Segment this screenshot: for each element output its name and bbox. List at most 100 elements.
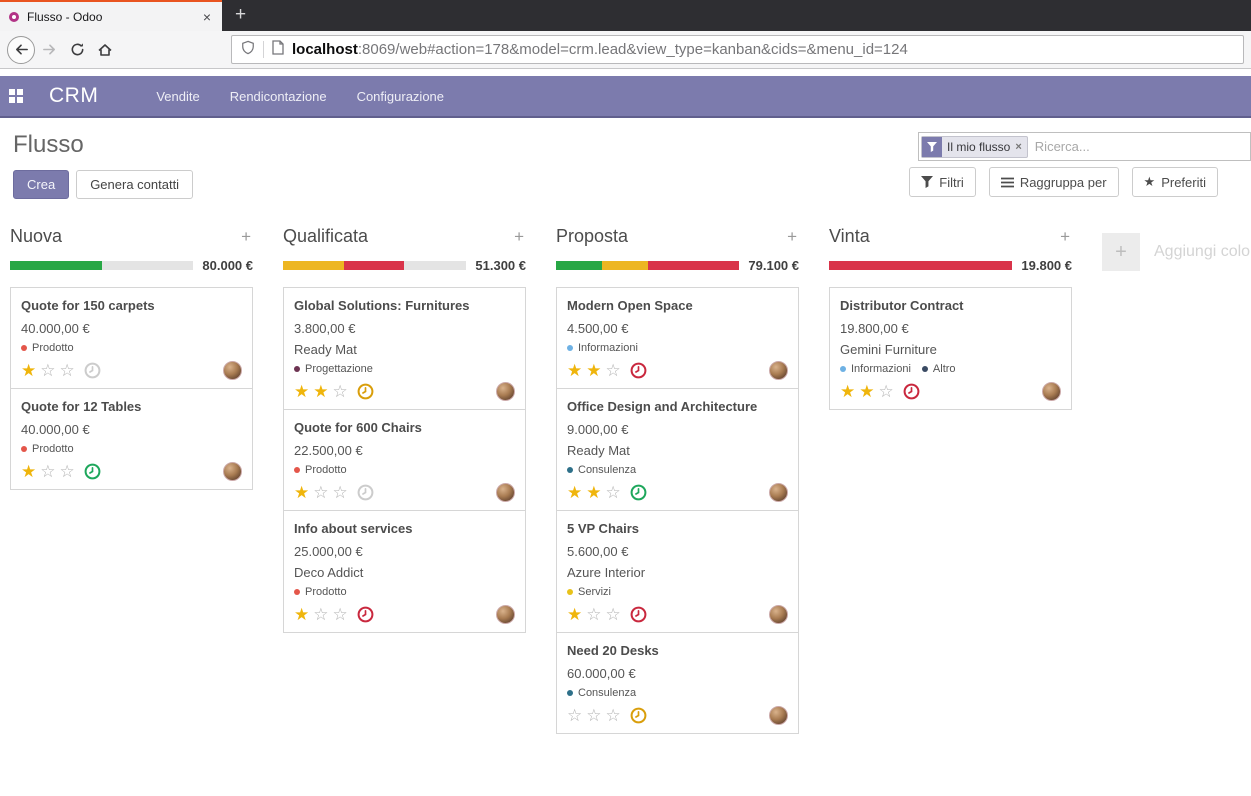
salesperson-avatar[interactable] — [223, 462, 242, 481]
activity-clock-icon[interactable] — [903, 383, 920, 400]
priority-star-icon[interactable]: ☆ — [567, 707, 582, 724]
column-quick-add-icon[interactable]: + — [514, 227, 524, 247]
app-name[interactable]: CRM — [49, 84, 98, 108]
priority-star-icon[interactable]: ★ — [586, 362, 601, 379]
menu-rendicontazione[interactable]: Rendicontazione — [230, 89, 327, 104]
priority-star-icon[interactable]: ★ — [586, 484, 601, 501]
facet-remove-icon[interactable]: × — [1015, 137, 1026, 157]
kanban-card[interactable]: Office Design and Architecture 9.000,00 … — [556, 388, 799, 511]
priority-star-icon[interactable]: ★ — [313, 383, 328, 400]
column-progressbar[interactable] — [556, 261, 740, 270]
activity-clock-icon[interactable] — [630, 484, 647, 501]
priority-star-icon[interactable]: ☆ — [40, 463, 55, 480]
menu-configurazione[interactable]: Configurazione — [357, 89, 444, 104]
kanban-card[interactable]: Info about services 25.000,00 € Deco Add… — [283, 510, 526, 633]
generate-leads-button[interactable]: Genera contatti — [76, 170, 194, 199]
salesperson-avatar[interactable] — [223, 361, 242, 380]
column-quick-add-icon[interactable]: + — [1060, 227, 1070, 247]
salesperson-avatar[interactable] — [769, 605, 788, 624]
search-input[interactable]: Il mio flusso × Ricerca... — [918, 132, 1251, 161]
priority-star-icon[interactable]: ☆ — [333, 383, 348, 400]
progress-segment[interactable] — [10, 261, 102, 270]
priority-star-icon[interactable]: ☆ — [606, 606, 621, 623]
salesperson-avatar[interactable] — [1042, 382, 1061, 401]
salesperson-avatar[interactable] — [769, 361, 788, 380]
salesperson-avatar[interactable] — [769, 483, 788, 502]
home-icon[interactable] — [91, 36, 119, 64]
groupby-button[interactable]: Raggruppa per — [988, 167, 1119, 197]
activity-clock-icon[interactable] — [630, 362, 647, 379]
priority-star-icon[interactable]: ☆ — [333, 484, 348, 501]
column-progressbar[interactable] — [10, 261, 194, 270]
activity-clock-icon[interactable] — [357, 484, 374, 501]
column-quick-add-icon[interactable]: + — [787, 227, 797, 247]
priority-star-icon[interactable]: ★ — [294, 484, 309, 501]
column-quick-add-icon[interactable]: + — [241, 227, 251, 247]
activity-clock-icon[interactable] — [357, 606, 374, 623]
priority-star-icon[interactable]: ★ — [21, 463, 36, 480]
tab-close-icon[interactable]: × — [201, 9, 213, 25]
kanban-card[interactable]: Need 20 Desks 60.000,00 € Consulenza ☆ ☆ ☆ — [556, 632, 799, 734]
priority-star-icon[interactable]: ☆ — [586, 707, 601, 724]
search-facet[interactable]: Il mio flusso × — [921, 135, 1028, 158]
salesperson-avatar[interactable] — [496, 382, 515, 401]
progress-segment[interactable] — [283, 261, 344, 270]
salesperson-avatar[interactable] — [496, 605, 515, 624]
progress-segment[interactable] — [556, 261, 602, 270]
kanban-card[interactable]: Quote for 150 carpets 40.000,00 € Prodot… — [10, 287, 253, 389]
kanban-card[interactable]: 5 VP Chairs 5.600,00 € Azure Interior Se… — [556, 510, 799, 633]
activity-clock-icon[interactable] — [357, 383, 374, 400]
reload-icon[interactable] — [63, 36, 91, 64]
priority-star-icon[interactable]: ★ — [294, 606, 309, 623]
priority-star-icon[interactable]: ☆ — [586, 606, 601, 623]
priority-star-icon[interactable]: ★ — [859, 383, 874, 400]
shield-icon[interactable] — [241, 40, 255, 60]
priority-star-icon[interactable]: ★ — [567, 362, 582, 379]
priority-star-icon[interactable]: ☆ — [60, 463, 75, 480]
progress-segment[interactable] — [343, 261, 405, 270]
page-info-icon[interactable] — [272, 39, 284, 60]
favorites-button[interactable]: ★ Preferiti — [1131, 167, 1218, 197]
priority-star-icon[interactable]: ☆ — [313, 606, 328, 623]
apps-menu-icon[interactable] — [9, 89, 23, 103]
priority-star-icon[interactable]: ☆ — [313, 484, 328, 501]
forward-icon[interactable] — [35, 36, 63, 64]
priority-star-icon[interactable]: ☆ — [40, 362, 55, 379]
priority-star-icon[interactable]: ☆ — [60, 362, 75, 379]
activity-clock-icon[interactable] — [630, 606, 647, 623]
progress-segment[interactable] — [829, 261, 1013, 270]
priority-star-icon[interactable]: ★ — [840, 383, 855, 400]
menu-vendite[interactable]: Vendite — [156, 89, 199, 104]
priority-star-icon[interactable]: ☆ — [879, 383, 894, 400]
salesperson-avatar[interactable] — [496, 483, 515, 502]
activity-clock-icon[interactable] — [84, 362, 101, 379]
create-button[interactable]: Crea — [13, 170, 70, 199]
activity-clock-icon[interactable] — [630, 707, 647, 724]
progress-segment[interactable] — [601, 261, 648, 270]
priority-star-icon[interactable]: ★ — [294, 383, 309, 400]
priority-star-icon[interactable]: ☆ — [606, 484, 621, 501]
column-progressbar[interactable] — [283, 261, 467, 270]
kanban-card[interactable]: Quote for 600 Chairs 22.500,00 € Prodott… — [283, 409, 526, 511]
kanban-card[interactable]: Modern Open Space 4.500,00 € Informazion… — [556, 287, 799, 389]
column-progressbar[interactable] — [829, 261, 1013, 270]
column-title: Nuova — [10, 226, 63, 246]
priority-star-icon[interactable]: ☆ — [606, 362, 621, 379]
priority-star-icon[interactable]: ★ — [567, 606, 582, 623]
kanban-card[interactable]: Quote for 12 Tables 40.000,00 € Prodotto… — [10, 388, 253, 490]
browser-tab[interactable]: Flusso - Odoo × — [0, 0, 222, 31]
priority-star-icon[interactable]: ★ — [21, 362, 36, 379]
priority-star-icon[interactable]: ★ — [567, 484, 582, 501]
add-column-button[interactable]: + — [1102, 233, 1140, 271]
activity-clock-icon[interactable] — [84, 463, 101, 480]
kanban-card[interactable]: Distributor Contract 19.800,00 € Gemini … — [829, 287, 1072, 410]
filters-button[interactable]: Filtri — [909, 167, 976, 197]
url-bar[interactable]: localhost:8069/web#action=178&model=crm.… — [231, 35, 1244, 64]
progress-segment[interactable] — [647, 261, 740, 270]
new-tab-button[interactable]: + — [222, 0, 259, 31]
salesperson-avatar[interactable] — [769, 706, 788, 725]
priority-star-icon[interactable]: ☆ — [606, 707, 621, 724]
kanban-card[interactable]: Global Solutions: Furnitures 3.800,00 € … — [283, 287, 526, 410]
priority-star-icon[interactable]: ☆ — [333, 606, 348, 623]
back-icon[interactable] — [7, 35, 35, 64]
